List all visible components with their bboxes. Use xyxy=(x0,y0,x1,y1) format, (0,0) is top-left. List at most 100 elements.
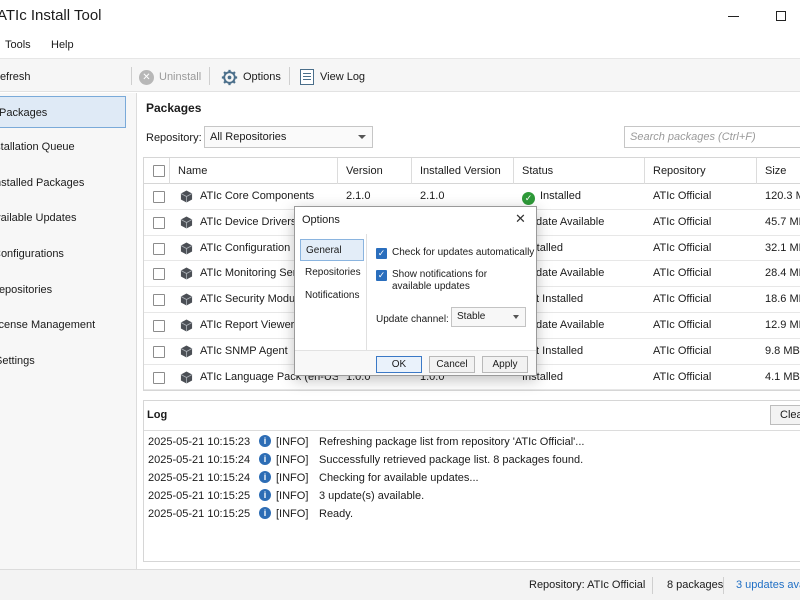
uninstall-button[interactable]: ✕ Uninstall xyxy=(139,68,201,86)
info-icon: i xyxy=(259,507,271,519)
dialog-tab-list: General Repositories Notifications xyxy=(295,234,367,350)
sidebar-item-label: Settings xyxy=(0,355,35,367)
cell-repository: ATIc Official xyxy=(645,184,757,209)
maximize-icon[interactable] xyxy=(776,11,786,21)
log-list: 2025-05-21 10:15:23 i [INFO] Refreshing pac… xyxy=(144,430,800,562)
log-entry: 2025-05-21 10:15:25 i [INFO] 3 update(s) av… xyxy=(144,487,800,505)
sidebar-item-settings[interactable]: Settings xyxy=(0,345,136,377)
cell-size-text: 28.4 MB xyxy=(765,267,800,280)
show-notifications-option[interactable]: ✓ Show notifications for available updat… xyxy=(376,269,526,295)
sidebar-item-configurations[interactable]: Configurations xyxy=(0,238,136,270)
cell-repository: ATIc Official xyxy=(645,210,757,235)
sidebar-item-packages[interactable]: Packages xyxy=(0,96,126,128)
clear-log-button[interactable]: Clear xyxy=(770,405,800,425)
cell-size: 18.6 MB xyxy=(757,287,800,312)
refresh-button[interactable]: Refresh xyxy=(0,68,31,86)
tab-repositories[interactable]: Repositories xyxy=(300,262,364,284)
row-checkbox[interactable] xyxy=(153,320,165,332)
col-repository[interactable]: Repository xyxy=(645,158,757,184)
sidebar-item-installation-queue[interactable]: Installation Queue xyxy=(0,131,136,163)
log-entry: 2025-05-21 10:15:24 i [INFO] Checking for a… xyxy=(144,469,800,487)
log-level: [INFO] xyxy=(276,490,309,502)
cell-installed-version-text: 2.1.0 xyxy=(420,190,445,202)
log-message: 3 update(s) available. xyxy=(319,490,425,502)
tab-notifications[interactable]: Notifications xyxy=(300,285,364,307)
apply-button[interactable]: Apply xyxy=(482,356,528,373)
cell-repository-text: ATIc Official xyxy=(653,215,712,228)
cancel-button[interactable]: Cancel xyxy=(429,356,475,373)
search-input[interactable]: Search packages (Ctrl+F) xyxy=(624,126,800,148)
sidebar-item-label: Packages xyxy=(0,107,48,119)
log-timestamp: 2025-05-21 10:15:25 xyxy=(148,508,251,520)
repository-select[interactable]: All Repositories xyxy=(204,126,373,148)
package-icon xyxy=(180,190,193,203)
sidebar-item-installed-packages[interactable]: Installed Packages xyxy=(0,167,136,199)
cell-name-text: ATIc Configuration M xyxy=(200,241,303,254)
log-timestamp: 2025-05-21 10:15:24 xyxy=(148,454,251,466)
cell-name-text: ATIc Report Viewer xyxy=(200,319,295,331)
cell-name-text: ATIc Core Components xyxy=(200,190,315,202)
col-installed-version[interactable]: Installed Version xyxy=(412,158,514,184)
log-level: [INFO] xyxy=(276,472,309,484)
row-checkbox[interactable] xyxy=(153,345,165,358)
col-version[interactable]: Version xyxy=(338,158,412,184)
row-checkbox[interactable] xyxy=(153,294,165,307)
log-title: Log xyxy=(147,409,168,421)
col-name[interactable]: Name xyxy=(170,158,338,184)
row-checkbox[interactable] xyxy=(153,371,165,384)
package-icon xyxy=(180,319,193,332)
info-icon: i xyxy=(259,435,271,447)
update-channel-value: Stable xyxy=(457,311,486,322)
cell-repository: ATIc Official xyxy=(645,287,757,312)
show-notifications-checkbox[interactable]: ✓ xyxy=(376,270,387,281)
toolbar-separator xyxy=(131,67,132,85)
select-all-checkbox[interactable] xyxy=(153,165,165,177)
log-panel: Log Clear 2025-05-21 10:15:23 i [INFO] Refr… xyxy=(143,400,800,562)
cell-size-text: 45.7 MB xyxy=(765,215,800,228)
row-checkbox[interactable] xyxy=(153,242,165,255)
close-icon[interactable]: ✕ xyxy=(515,211,526,227)
package-icon xyxy=(180,267,193,280)
cell-size: 4.1 MB xyxy=(757,365,800,390)
tab-general[interactable]: General xyxy=(300,239,364,261)
col-size[interactable]: Size xyxy=(757,158,800,184)
cell-size-text: 12.9 MB xyxy=(765,319,800,331)
check-circle-icon: ✓ xyxy=(522,192,535,205)
dialog-footer: OK Cancel Apply xyxy=(295,350,536,375)
chevron-down-icon xyxy=(358,135,366,139)
log-level: [INFO] xyxy=(276,508,309,520)
cell-repository: ATIc Official xyxy=(645,236,757,261)
row-checkbox[interactable] xyxy=(153,216,165,229)
options-button[interactable]: Options xyxy=(221,68,281,86)
status-updates-link[interactable]: 3 updates available xyxy=(736,579,800,591)
check-updates-checkbox[interactable]: ✓ xyxy=(376,248,387,259)
minimize-icon[interactable] xyxy=(728,16,739,17)
update-channel-select[interactable]: Stable xyxy=(451,307,526,327)
log-timestamp: 2025-05-21 10:15:25 xyxy=(148,490,251,502)
sidebar-item-license-management[interactable]: License Management xyxy=(0,309,136,341)
repository-label: Repository: xyxy=(146,132,202,144)
ok-button[interactable]: OK xyxy=(376,356,422,373)
sidebar-item-repositories[interactable]: Repositories xyxy=(0,274,136,306)
view-log-button[interactable]: View Log xyxy=(300,68,365,86)
package-icon xyxy=(180,216,193,229)
cell-size: 28.4 MB xyxy=(757,261,800,286)
toolbar-separator xyxy=(289,67,290,85)
log-entry: 2025-05-21 10:15:24 i [INFO] Successfully r… xyxy=(144,451,800,469)
row-checkbox[interactable] xyxy=(153,191,165,203)
chevron-down-icon xyxy=(513,315,519,319)
col-status[interactable]: Status xyxy=(514,158,645,184)
menu-tools[interactable]: Tools xyxy=(5,39,31,51)
package-icon xyxy=(180,345,193,358)
log-message: Ready. xyxy=(319,508,354,520)
log-message: Successfully retrieved package list. 8 p… xyxy=(319,454,584,466)
row-checkbox[interactable] xyxy=(153,268,165,281)
sidebar: Packages Installation Queue Installed Pa… xyxy=(0,93,137,569)
sidebar-item-available-updates[interactable]: Available Updates xyxy=(0,202,136,234)
log-timestamp: 2025-05-21 10:15:24 xyxy=(148,472,251,484)
menu-help[interactable]: Help xyxy=(51,39,74,51)
cell-size: 9.8 MB xyxy=(757,339,800,364)
status-bar: Repository: ATIc Official 8 packages 3 u… xyxy=(0,569,800,600)
log-message: Checking for available updates... xyxy=(319,472,479,484)
cell-repository-text: ATIc Official xyxy=(653,293,712,306)
